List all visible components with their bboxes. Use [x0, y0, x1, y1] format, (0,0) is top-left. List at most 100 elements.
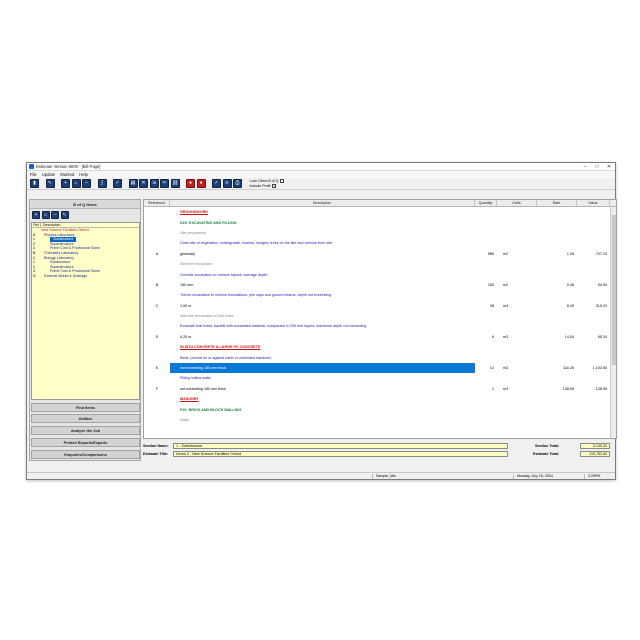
enquiries-button[interactable]: Enquiries/Comparisons: [31, 450, 140, 459]
find-items-button[interactable]: Find Items: [31, 403, 140, 412]
remove-icon[interactable]: –: [82, 179, 91, 188]
table-row[interactable]: Machine excavation: [144, 259, 616, 269]
tree-header-ref: Ref: [32, 223, 41, 227]
col-quantity[interactable]: Quantity: [475, 200, 497, 206]
table-row[interactable]: IN SITU CONCRETE & LARGE PC CONCRETE: [144, 342, 616, 352]
cell-rate: 116.25: [537, 363, 577, 373]
tree-pointer-icon[interactable]: ↖: [60, 210, 69, 219]
table-row[interactable]: B 150 mm 150 m2 0.36 54.00: [144, 280, 616, 290]
cell-ref-text: A: [155, 251, 159, 256]
link-icon[interactable]: ⛓: [170, 179, 180, 188]
table-row[interactable]: Fnot exceeding 150 mm thick 1 m3 138.95 138.…: [144, 384, 616, 394]
cell-unit: [497, 321, 537, 331]
cut-icon[interactable]: ✂: [160, 179, 169, 188]
bill-grid[interactable]: Reference Description Quantity Units Rat…: [143, 199, 617, 439]
cell-value: [577, 269, 610, 279]
tree-add-icon[interactable]: +: [32, 210, 40, 219]
check-icon[interactable]: ✓: [113, 179, 122, 188]
table-row[interactable]: D 0.25 m 6 m3 14.54 65.34: [144, 332, 616, 342]
cell-desc: not exceeding 150 mm thick: [170, 362, 475, 374]
open-book-icon[interactable]: ▮: [30, 179, 39, 188]
cell-rate: 0.36: [537, 280, 577, 290]
cell-ref: [144, 415, 170, 425]
printed-reports-button[interactable]: Printed Reports/Exports: [31, 438, 140, 447]
minimize-button[interactable]: –: [579, 163, 591, 171]
cell-unit: [497, 269, 537, 279]
cell-rate: [537, 238, 577, 248]
copy-icon[interactable]: ▤: [128, 179, 138, 188]
table-row[interactable]: Trench excavation to receive foundations…: [144, 290, 616, 300]
tree-remove-icon[interactable]: –: [51, 210, 59, 219]
tree-node-label: External Works & Drainage: [44, 273, 88, 278]
table-row[interactable]: Beds; poured on or against earth or unbl…: [144, 352, 616, 362]
cell-qty: [475, 290, 497, 300]
table-row[interactable]: D20: EXCAVATING AND FILLING: [144, 217, 616, 227]
table-row[interactable]: Oversite excavation to remove topsoil, a…: [144, 269, 616, 279]
mark-red-icon[interactable]: ●: [186, 179, 195, 188]
table-row[interactable]: Clear site of vegetation, undergrowth, b…: [144, 238, 616, 248]
cell-desc: Oversite excavation to remove topsoil, a…: [170, 269, 475, 279]
pointer-icon[interactable]: ↖: [45, 179, 55, 188]
menu-help[interactable]: Help: [79, 172, 88, 177]
include-profit-checkbox[interactable]: ✓: [272, 184, 277, 188]
col-units[interactable]: Units: [497, 200, 537, 206]
cell-desc-text: GROUNDWORK: [180, 210, 209, 215]
cell-ref: [144, 259, 170, 269]
cell-rate: 14.54: [537, 332, 577, 342]
tree-node[interactable]: D External Works & Drainage: [32, 274, 139, 279]
table-row[interactable]: Walls: [144, 415, 616, 425]
menu-file[interactable]: File: [30, 172, 37, 177]
cell-rate: [537, 394, 577, 404]
confirm-icon[interactable]: ✓: [212, 179, 221, 188]
col-description[interactable]: Description: [170, 200, 475, 206]
cell-value: [577, 228, 610, 238]
list-icon[interactable]: ≡: [222, 179, 232, 188]
add-icon[interactable]: +: [61, 179, 70, 188]
table-row[interactable]: Site preparation: [144, 228, 616, 238]
cell-desc: Machine excavation: [170, 259, 475, 269]
cell-qty: 585: [475, 249, 497, 259]
table-row[interactable]: Machine excavation of trial holes: [144, 311, 616, 321]
col-value[interactable]: Value: [577, 200, 610, 206]
close-button[interactable]: ✕: [603, 163, 615, 171]
delete-icon[interactable]: ✕: [139, 179, 148, 188]
cell-unit: m3: [497, 363, 537, 373]
boq-tree[interactable]: Ref Description New Science Facilities O…: [31, 222, 140, 400]
cell-rate: [537, 228, 577, 238]
cell-unit: [497, 228, 537, 238]
print-icon[interactable]: ⎙: [233, 179, 242, 188]
table-row[interactable]: Agenerally 585 m2 1.26 737.10: [144, 249, 616, 259]
utilities-button[interactable]: Utilities: [31, 414, 140, 423]
table-row[interactable]: F10: BRICK AND BLOCK WALLING: [144, 404, 616, 414]
cell-rate-text: 14.54: [564, 334, 574, 339]
cell-unit-text: m3: [503, 303, 509, 308]
menu-update[interactable]: Update: [42, 172, 56, 177]
grid-scrollbar[interactable]: [610, 207, 616, 438]
unmark-red-icon[interactable]: ●: [196, 179, 206, 188]
table-row[interactable]: Enot exceeding 150 mm thick 13 m3 116.25 1,1…: [144, 362, 616, 374]
col-rate[interactable]: Rate: [537, 200, 577, 206]
include-profit-label: Include Profit: [249, 184, 271, 188]
cell-desc-text: Clear site of vegetation, undergrowth, b…: [180, 241, 334, 246]
table-row[interactable]: MASONRY: [144, 394, 616, 404]
menu-marked[interactable]: Marked: [60, 172, 74, 177]
cell-value: [577, 373, 610, 383]
table-row[interactable]: C 1.00 m 38 m3 8.40 319.20: [144, 301, 616, 311]
table-row[interactable]: GROUNDWORK: [144, 207, 616, 217]
analyse-job-button[interactable]: Analyse the Job: [31, 426, 140, 435]
maximize-button[interactable]: □: [591, 163, 603, 171]
cell-qty: 38: [475, 301, 497, 311]
cell-value: [577, 290, 610, 300]
table-row[interactable]: Excavate trial holes; backfill with exca…: [144, 321, 616, 331]
grid-scrollbar-thumb[interactable]: [612, 215, 616, 365]
cell-qty: [475, 404, 497, 414]
lock-client-checkbox[interactable]: [280, 179, 285, 183]
tree-split-icon[interactable]: ⌂: [41, 210, 50, 219]
split-icon[interactable]: ⌂: [71, 179, 81, 188]
cell-unit: [497, 394, 537, 404]
format-icon[interactable]: ʃ: [97, 179, 107, 188]
section-name-label: Section Name:: [143, 444, 169, 448]
table-row[interactable]: Filling hollow walls;: [144, 373, 616, 383]
col-reference[interactable]: Reference: [144, 200, 170, 206]
move-icon[interactable]: ⇲: [149, 179, 159, 188]
